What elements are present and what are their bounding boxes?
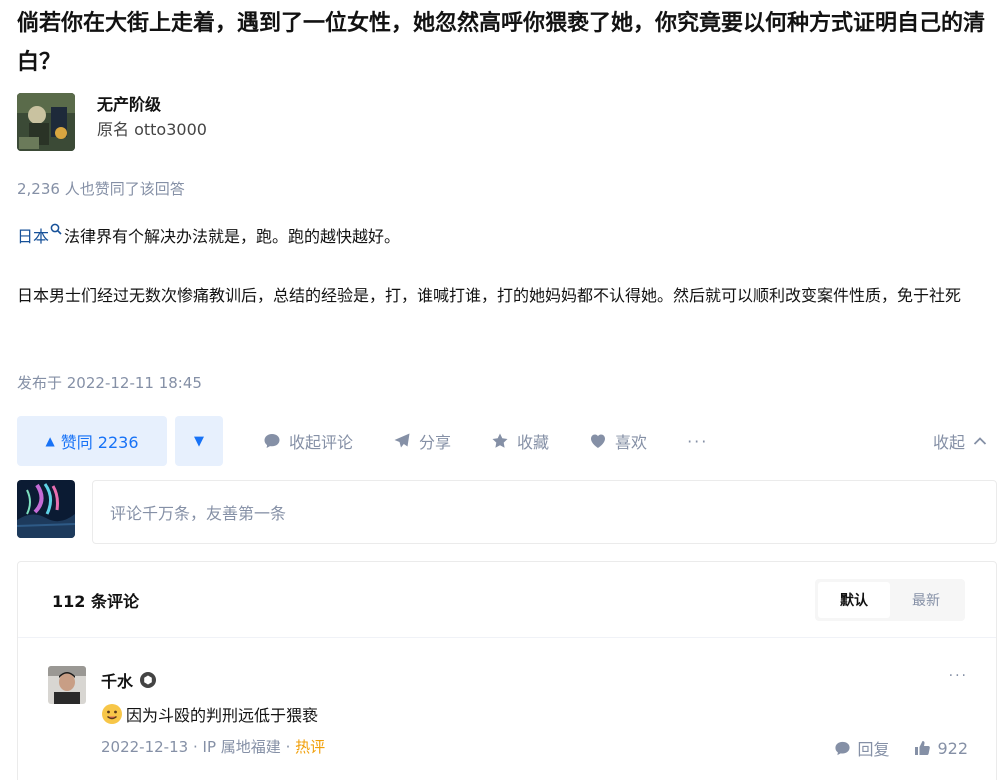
meta-separator: · [285,738,291,756]
author-name[interactable]: 无产阶级 [97,93,207,117]
current-user-avatar[interactable] [17,480,75,538]
comment-body: 因为斗殴的判刑远低于猥亵 [126,706,319,725]
upvote-label: 赞同 2236 [60,433,139,452]
publish-date[interactable]: 发布于 2022-12-11 18:45 [17,372,202,393]
chevron-up-icon [973,437,987,445]
answer-paragraph-2: 日本男士们经过无数次惨痛教训后，总结的经验是，打，谁喊打谁，打的她妈妈都不认得她… [17,286,962,305]
comment-meta: 2022-12-13 · IP 属地福建 · 热评 [101,736,325,757]
reply-label: 回复 [857,740,890,759]
downvote-arrow-icon: ▼ [194,433,204,449]
commenter-name[interactable]: 千水 [101,668,133,692]
comment-ip: IP 属地福建 [202,738,281,756]
comment-bubble-icon [835,741,851,755]
comments-header: 112 条评论 默认 最新 [18,562,996,638]
badge-icon [140,672,157,688]
comments-toggle-label: 收起评论 [289,433,354,452]
favorite-button[interactable]: 收藏 [491,429,549,453]
smirk-emoji-icon [102,704,122,724]
comment-date: 2022-12-13 [101,738,189,756]
answer-paragraph-1-text: 法律界有个解决办法就是，跑。跑的越快越好。 [64,227,401,246]
sort-default-button[interactable]: 默认 [818,581,890,618]
collapse-label: 收起 [932,433,965,452]
author-avatar[interactable] [17,93,75,151]
share-label: 分享 [419,433,452,452]
commenter-avatar[interactable] [48,666,86,704]
collapse-button[interactable]: 收起 [933,429,987,453]
vote-summary: 2,236 人也赞同了该回答 [17,180,185,198]
comment-input[interactable]: 评论千万条，友善第一条 [92,480,997,544]
search-link[interactable]: 日本 [17,227,49,246]
comment-like-button[interactable]: 922 [913,739,968,758]
upvote-button[interactable]: ▲ 赞同 2236 [17,416,167,466]
meta-separator: · [192,738,198,756]
sort-latest-button[interactable]: 最新 [890,582,962,618]
answer-paragraph-1: 日本 法律界有个解决办法就是，跑。跑的越快越好。 [17,222,992,252]
comment-actions: 回复 922 [810,736,968,760]
share-button[interactable]: 分享 [393,429,451,453]
comment-compose: 评论千万条，友善第一条 [17,480,997,544]
star-icon [492,433,508,448]
heart-icon [591,434,606,448]
comment-like-count: 922 [937,738,968,758]
thumbs-up-icon [915,741,931,755]
more-actions-button[interactable]: ··· [687,432,708,451]
favorite-label: 收藏 [517,433,550,452]
upvote-arrow-icon: ▲ [45,434,55,448]
hot-comment-tag: 热评 [295,738,326,756]
like-button[interactable]: 喜欢 [589,429,647,453]
paper-plane-icon [394,433,410,448]
author-card: 无产阶级 原名 otto3000 [17,93,207,151]
commenter-header: 千水 [101,668,157,692]
answer-content: 日本 法律界有个解决办法就是，跑。跑的越快越好。 日本男士们经过无数次惨痛教训后，… [17,222,992,311]
toggle-comments-button[interactable]: 收起评论 [263,429,353,453]
comments-count: 112 条评论 [52,591,139,611]
question-title[interactable]: 倘若你在大街上走着，遇到了一位女性，她忽然高呼你猥亵了她，你究竟要以何种方式证明… [17,4,992,82]
downvote-button[interactable]: ▼ [175,416,223,466]
comments-sort-switch: 默认 最新 [815,578,965,621]
comments-panel: 112 条评论 默认 最新 千水 ··· 因为斗殴的判刑远低于猥亵 2022-1… [17,561,997,780]
comment-bubble-icon [264,434,280,448]
author-bio: 原名 otto3000 [97,120,207,139]
search-icon[interactable] [50,223,62,235]
comment-text: 因为斗殴的判刑远低于猥亵 [101,702,318,726]
like-label: 喜欢 [615,433,648,452]
action-bar: ▲ 赞同 2236 ▼ 收起评论 分享 收藏 喜欢 ··· 收起 [17,416,992,466]
comment-more-button[interactable]: ··· [949,668,968,684]
reply-button[interactable]: 回复 [834,736,889,760]
